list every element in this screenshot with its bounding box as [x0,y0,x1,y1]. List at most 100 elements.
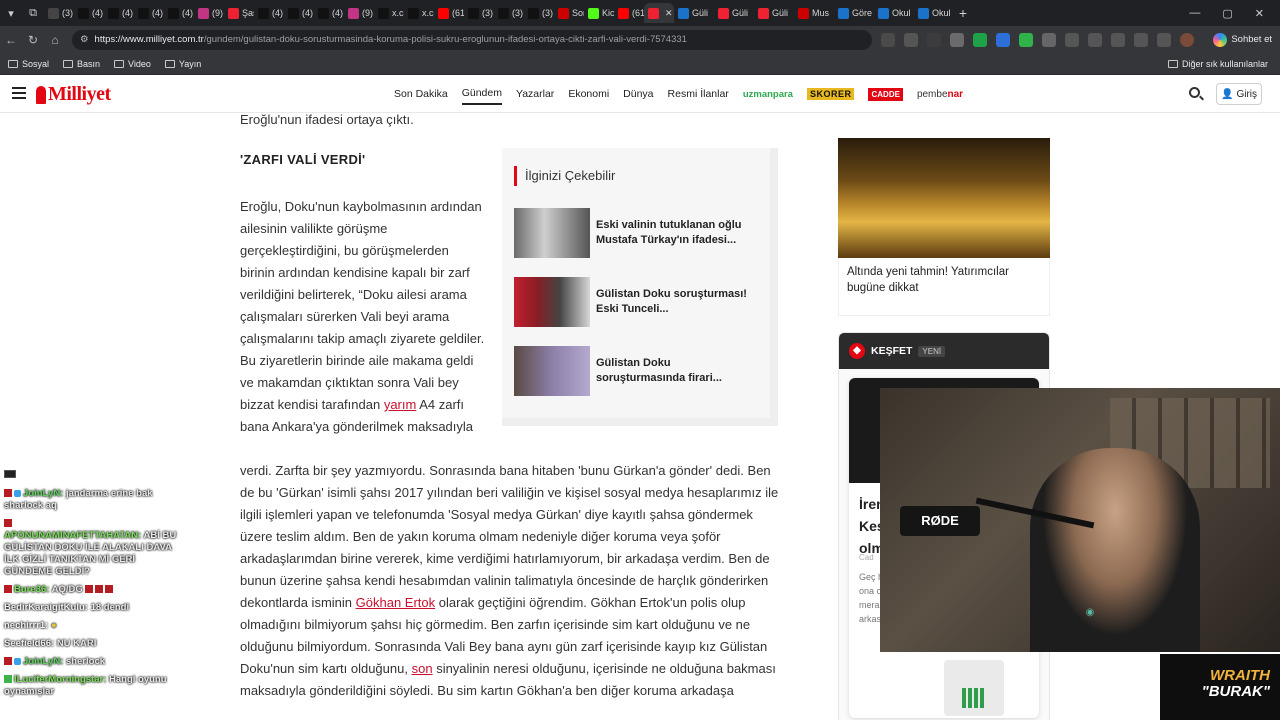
article-lede: Eroğlu'nun ifadesi ortaya çıktı. [240,112,414,127]
browser-tab[interactable]: Son [554,3,584,23]
extension-icon[interactable] [927,32,941,47]
tab-favicon-icon [918,7,929,19]
browser-tab[interactable]: (616) [434,3,464,23]
folder-icon [164,59,175,68]
browser-tab[interactable]: (616) [614,3,644,23]
site-info-icon[interactable]: ⚙ [80,34,89,45]
browser-tab[interactable]: Güli [714,3,754,23]
browser-tab[interactable]: Güli [754,3,794,23]
maximize-icon[interactable]: ▢ [1222,7,1232,20]
browser-tab[interactable]: (4) X [314,3,344,23]
browser-tab[interactable]: (4) X [74,3,104,23]
nav-ekonomi[interactable]: Ekonomi [568,88,609,100]
split-screen-icon[interactable] [1065,32,1079,47]
tag-link-son[interactable]: son [412,661,433,676]
tab-favicon-icon [168,7,179,19]
extension-icon[interactable] [1042,32,1056,47]
tab-label: (4) X [152,8,164,18]
tab-favicon-icon [258,7,269,19]
favorite-star-icon[interactable] [904,32,918,47]
tab-close-icon[interactable]: ✕ [665,8,673,19]
skorer-logo[interactable]: SKORER [806,88,855,100]
favorites-icon[interactable] [1088,32,1102,47]
related-item[interactable]: Eski valinin tutuklanan oğlu Mustafa Tür… [514,208,754,258]
browser-tab[interactable]: (4) X [254,3,284,23]
search-icon[interactable] [1189,87,1200,98]
extension-icon[interactable] [950,32,964,47]
login-button[interactable]: 👤 Giriş [1216,83,1262,105]
gold-news-image[interactable] [838,138,1050,258]
browser-tab[interactable]: (4) X [134,3,164,23]
subscriber-badge-icon [4,519,12,528]
tag-link-gokhan-ertok[interactable]: Gökhan Ertok [356,595,436,610]
tab-favicon-icon [108,7,119,19]
chat-text: sherlock [65,656,106,667]
minimize-icon[interactable]: — [1189,7,1200,20]
tab-favicon-icon [878,7,889,19]
extension-icon[interactable] [973,32,987,47]
profile-avatar[interactable] [1180,32,1194,47]
copilot-chat-button[interactable]: Sohbet et [1213,32,1272,47]
close-icon[interactable]: ✕ [1255,7,1264,20]
bookmark-folder-yayin[interactable]: Yayın [164,59,201,69]
reload-icon[interactable]: ↻ [22,33,44,47]
browser-tab[interactable]: (3) X [524,3,554,23]
other-bookmarks[interactable]: Diğer sık kullanılanlar [1167,59,1268,69]
back-icon[interactable]: ← [0,33,22,47]
extension-icon[interactable] [1019,32,1033,47]
nav-gundem[interactable]: Gündem [461,84,502,105]
related-item[interactable]: Gülistan Doku soruşturmasında firari... [514,346,754,396]
browser-tab[interactable]: Okul [914,3,954,23]
browser-tab[interactable]: ✕ [644,3,674,23]
uzmanpara-logo[interactable]: uzmanpara [743,89,793,100]
address-bar[interactable]: ⚙ https://www.milliyet.com.tr/gundem/gul… [72,29,872,50]
nav-dunya[interactable]: Dünya [623,88,653,100]
tab-favicon-icon [318,7,329,19]
chat-text: 18 dendi [90,602,130,613]
nav-son-dakika[interactable]: Son Dakika [394,88,448,100]
browser-tab[interactable]: Mus [794,3,834,23]
gold-news-caption[interactable]: Altında yeni tahmin! Yatırımcılar bugüne… [838,258,1050,316]
home-icon[interactable]: ⌂ [44,33,66,47]
pembenar-logo[interactable]: pembenar [917,89,963,100]
tag-link-yarim[interactable]: yarım [384,397,417,412]
browser-tab[interactable]: Kick [584,3,614,23]
browser-tab[interactable]: Okul [874,3,914,23]
extension-icon[interactable] [996,32,1010,47]
browser-tab[interactable]: Göre [834,3,874,23]
browser-tab[interactable]: (3) B [44,3,74,23]
collections-icon[interactable] [1111,32,1125,47]
browser-tab[interactable]: (3) X [464,3,494,23]
browser-tab[interactable]: (9) In [344,3,374,23]
bookmark-folder-basin[interactable]: Basın [63,59,100,69]
related-thumbnail [514,346,590,396]
cadde-logo[interactable]: CADDE [868,87,903,101]
browser-tabbar: ▾ ⧉ (3) B(4) X(4) X(4) X(4) X(9) InŞaşk(… [0,0,1280,26]
tab-favicon-icon [718,7,729,19]
nav-yazarlar[interactable]: Yazarlar [516,88,554,100]
tab-favicon-icon [618,7,629,19]
browser-tab[interactable]: (4) X [104,3,134,23]
tab-menu-icon[interactable]: ▾ [0,2,22,24]
new-tab-button[interactable]: + [954,5,972,21]
more-menu-icon[interactable] [1157,32,1171,47]
workspaces-icon[interactable]: ⧉ [22,2,44,24]
emote-icon [105,585,114,594]
bookmark-folder-sosyal[interactable]: Sosyal [8,59,49,69]
browser-tab[interactable]: (4) g [284,3,314,23]
copilot-chat-label: Sohbet et [1231,34,1272,45]
reader-icon[interactable] [881,32,895,47]
related-item[interactable]: Gülistan Doku soruşturması! Eski Tunceli… [514,277,754,327]
browser-tab[interactable]: (9) In [194,3,224,23]
milliyet-logo[interactable]: Milliyet [36,83,111,106]
browser-tab[interactable]: Güli [674,3,714,23]
nav-resmi-ilanlar[interactable]: Resmi İlanlar [668,88,729,100]
browser-tab[interactable]: x.co [404,3,434,23]
browser-tab[interactable]: Şaşk [224,3,254,23]
browser-essentials-icon[interactable] [1134,32,1148,47]
browser-tab[interactable]: (3) X [494,3,524,23]
browser-tab[interactable]: x.com [374,3,404,23]
browser-tab[interactable]: (4) X [164,3,194,23]
hamburger-menu-icon[interactable] [12,87,26,99]
bookmark-folder-video[interactable]: Video [114,59,151,69]
